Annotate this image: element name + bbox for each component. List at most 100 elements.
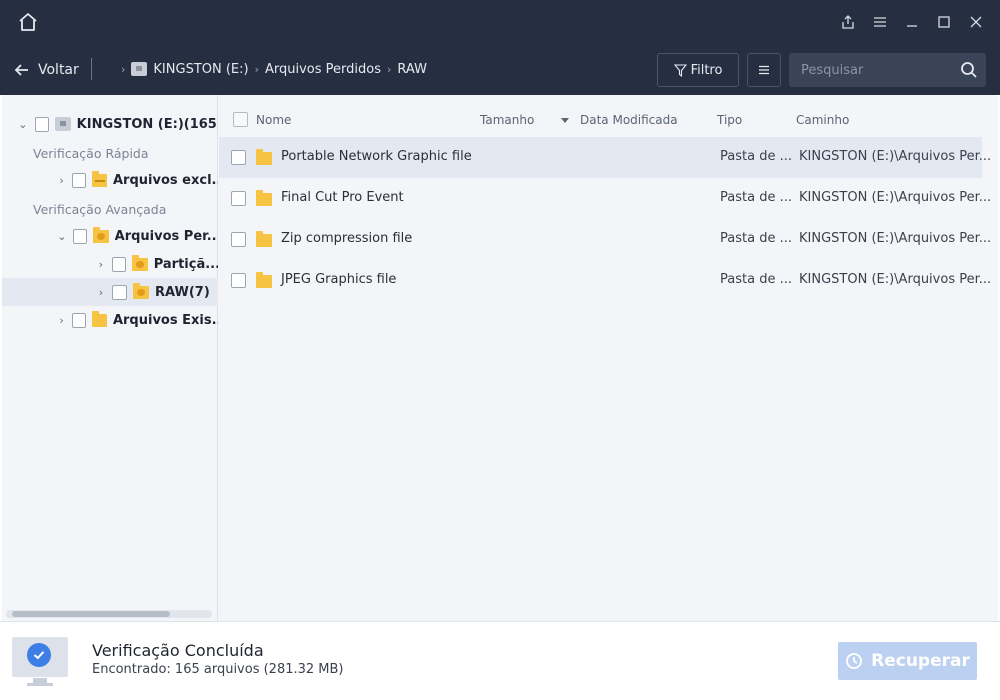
breadcrumb-lost-files[interactable]: Arquivos Perdidos [265,62,381,77]
search-input[interactable] [789,62,949,78]
breadcrumb: › KINGSTON (E:) › Arquivos Perdidos › RA… [115,58,427,80]
window-controls [832,8,992,36]
chevron-right-icon[interactable]: › [95,286,107,299]
scan-status-summary: Encontrado: 165 arquivos (281.32 MB) [92,662,344,677]
table-row[interactable]: Portable Network Graphic file Pasta de .… [219,137,991,178]
home-icon[interactable] [16,10,40,34]
tree-item-label: Arquivos excl... [113,172,219,188]
chevron-down-icon[interactable]: ⌄ [17,118,29,131]
row-path: KINGSTON (E:)\Arquivos Per... [799,272,992,287]
chevron-right-icon: › [121,62,126,76]
usb-drive-icon [55,117,71,131]
close-icon[interactable] [960,8,992,36]
tree-checkbox[interactable] [111,256,127,272]
arrow-left-icon [14,64,28,76]
folder-icon [92,170,107,187]
maximize-icon[interactable] [928,8,960,36]
tree-item-label: Arquivos Exis... [112,312,218,328]
raw-folder-icon [133,282,149,299]
tree-checkbox[interactable] [72,228,88,244]
filter-label: Filtro [690,62,723,78]
status-footer: Verificação Concluída Encontrado: 165 ar… [0,621,1000,700]
list-view-icon [759,65,769,75]
main-panel: ⌄ KINGSTON (E:)(165) Verificação Rápida … [2,95,998,621]
tree-item-lost-files[interactable]: ⌄ Arquivos Per... [2,222,218,250]
recover-button[interactable]: Recuperar [838,642,977,680]
tree-item-deleted[interactable]: › Arquivos excl... [2,166,218,194]
tree-root-label: KINGSTON (E:)(165) [76,116,218,132]
divider [91,58,92,80]
row-type: Pasta de ... [720,272,792,287]
breadcrumb-drive[interactable]: KINGSTON (E:) [131,62,249,77]
folder-tree: ⌄ KINGSTON (E:)(165) Verificação Rápida … [2,95,218,621]
partition-folder-icon [132,254,148,271]
chevron-right-icon[interactable]: › [56,174,67,187]
usb-drive-icon [131,62,148,76]
section-quick-scan: Verificação Rápida [33,146,149,161]
row-checkbox[interactable] [231,273,246,288]
export-icon[interactable] [832,8,864,36]
view-list-button[interactable] [747,53,781,87]
menu-icon[interactable] [864,8,896,36]
back-label: Voltar [38,62,79,78]
section-advanced-scan: Verificação Avançada [33,202,167,217]
row-checkbox[interactable] [231,232,246,247]
monitor-base [27,683,53,686]
chevron-right-icon: › [387,62,392,76]
row-type: Pasta de ... [720,231,792,246]
folder-icon [256,190,272,206]
horizontal-scrollbar[interactable] [6,610,212,618]
lost-folder-icon [93,226,109,243]
tree-checkbox[interactable] [72,312,87,328]
column-date-modified[interactable]: Data Modificada [580,113,678,127]
minimize-icon[interactable] [896,8,928,36]
tree-item-label: Arquivos Per... [114,228,218,244]
tree-item-root[interactable]: ⌄ KINGSTON (E:)(165) [2,110,218,138]
select-all-checkbox[interactable] [233,112,248,127]
folder-icon [256,149,272,165]
search-box [789,53,986,87]
row-path: KINGSTON (E:)\Arquivos Per... [799,231,992,246]
column-name[interactable]: Nome [256,113,291,127]
row-path: KINGSTON (E:)\Arquivos Per... [799,149,992,164]
search-icon[interactable] [960,61,978,79]
column-size[interactable]: Tamanho [480,113,534,127]
sort-desc-icon[interactable] [561,118,569,123]
column-path[interactable]: Caminho [796,113,849,127]
folder-icon [256,272,272,288]
back-button[interactable]: Voltar [14,58,79,82]
tree-item-label: Partiçã... [153,256,218,272]
table-row[interactable]: Final Cut Pro Event Pasta de ... KINGSTO… [219,178,991,219]
restore-icon [846,653,863,669]
scrollbar-thumb[interactable] [12,611,170,617]
tree-checkbox[interactable] [112,284,127,300]
row-type: Pasta de ... [720,149,792,164]
chevron-down-icon[interactable]: ⌄ [56,230,68,243]
chevron-right-icon: › [254,62,259,76]
tree-checkbox[interactable] [72,172,87,188]
chevron-right-icon[interactable]: › [95,258,107,271]
filter-button[interactable]: Filtro [657,53,739,87]
tree-item-partition[interactable]: › Partiçã... [2,250,218,278]
table-row[interactable]: JPEG Graphics file Pasta de ... KINGSTON… [219,260,991,301]
row-name: Final Cut Pro Event [281,190,404,205]
row-name: JPEG Graphics file [281,272,397,287]
tree-item-raw[interactable]: › RAW(7) [2,278,218,306]
scan-status-title: Verificação Concluída [92,641,264,660]
check-icon [27,643,51,667]
title-bar: Voltar › KINGSTON (E:) › Arquivos Perdid… [0,0,1000,95]
tree-item-label: RAW(7) [155,284,210,300]
chevron-right-icon[interactable]: › [56,314,67,327]
root-checkbox[interactable] [34,116,50,132]
folder-icon [92,310,107,327]
column-type[interactable]: Tipo [717,113,742,127]
row-checkbox[interactable] [231,191,246,206]
row-type: Pasta de ... [720,190,792,205]
tree-item-existing[interactable]: › Arquivos Exis... [2,306,218,334]
breadcrumb-raw[interactable]: RAW [397,62,427,77]
row-checkbox[interactable] [231,150,246,165]
file-list: Nome Tamanho Data Modificada Tipo Caminh… [219,95,998,621]
filter-icon [673,63,687,77]
row-path: KINGSTON (E:)\Arquivos Per... [799,190,992,205]
table-row[interactable]: Zip compression file Pasta de ... KINGST… [219,219,991,260]
